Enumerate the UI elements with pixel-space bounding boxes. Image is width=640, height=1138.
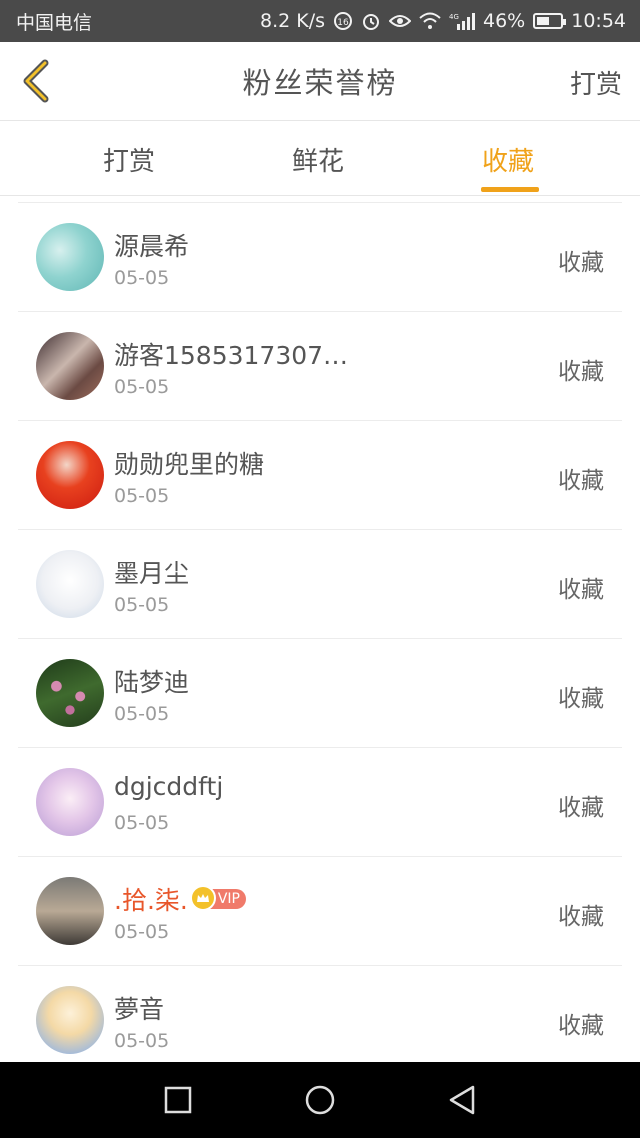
- circle-icon: [305, 1085, 335, 1115]
- signal-icon: 4G: [449, 12, 475, 30]
- fan-name-vip: .拾.柒. VIP: [114, 881, 246, 917]
- chevron-left-icon: [23, 59, 49, 103]
- system-nav-bar: [0, 1062, 640, 1138]
- home-button[interactable]: [280, 1062, 360, 1138]
- fan-name: 陆梦迪: [114, 668, 190, 697]
- fan-name: 源晨希: [114, 232, 190, 261]
- svg-text:16: 16: [337, 18, 349, 28]
- tab-bar: 打赏 鲜花 收藏: [0, 121, 640, 196]
- fan-date: 05-05: [114, 1030, 170, 1052]
- back-nav-button[interactable]: [422, 1062, 502, 1138]
- fan-date: 05-05: [114, 703, 170, 725]
- active-tab-indicator: [481, 187, 539, 192]
- avatar: [36, 223, 104, 291]
- fan-date: 05-05: [114, 921, 170, 943]
- fan-name: 夢音: [114, 995, 165, 1024]
- crown-icon: [189, 885, 216, 911]
- battery-percent: 46%: [483, 10, 526, 32]
- list-item[interactable]: 陆梦迪 05-05 收藏: [18, 639, 622, 748]
- fan-name: dgjcddftj: [114, 772, 224, 801]
- vip-badge: VIP: [189, 885, 246, 911]
- list-item[interactable]: dgjcddftj 05-05 收藏: [18, 748, 622, 857]
- clock: 10:54: [571, 10, 626, 32]
- fan-action: 收藏: [558, 795, 604, 821]
- data-saver-icon: 16: [333, 11, 353, 31]
- list-item[interactable]: 源晨希 05-05 收藏: [18, 203, 622, 312]
- fan-list: 源晨希 05-05 收藏 游客1585317307… 05-05 收藏 勋勋兜里…: [18, 202, 622, 1075]
- tab-favorites[interactable]: 收藏: [482, 141, 534, 178]
- list-item[interactable]: 勋勋兜里的糖 05-05 收藏: [18, 421, 622, 530]
- fan-action: 收藏: [558, 577, 604, 603]
- avatar: [36, 550, 104, 618]
- avatar: [36, 986, 104, 1054]
- fan-date: 05-05: [114, 812, 170, 834]
- network-type: 4G: [449, 13, 459, 21]
- triangle-left-icon: [449, 1085, 475, 1115]
- fan-action: 收藏: [558, 1013, 604, 1039]
- fan-name: .拾.柒.: [114, 886, 188, 915]
- list-item[interactable]: 夢音 05-05 收藏: [18, 966, 622, 1075]
- network-speed: 8.2 K/s: [259, 10, 325, 32]
- alarm-icon: [361, 11, 381, 31]
- avatar: [36, 441, 104, 509]
- avatar: [36, 332, 104, 400]
- list-item[interactable]: 游客1585317307… 05-05 收藏: [18, 312, 622, 421]
- reward-button[interactable]: 打赏: [570, 64, 622, 101]
- fan-date: 05-05: [114, 594, 170, 616]
- fan-action: 收藏: [558, 904, 604, 930]
- back-button[interactable]: [14, 58, 58, 104]
- title-bar: 粉丝荣誉榜 打赏: [0, 42, 640, 121]
- square-icon: [164, 1086, 192, 1114]
- fan-action: 收藏: [558, 468, 604, 494]
- fan-date: 05-05: [114, 485, 170, 507]
- carrier-label: 中国电信: [16, 11, 93, 34]
- list-item[interactable]: 墨月尘 05-05 收藏: [18, 530, 622, 639]
- recent-apps-button[interactable]: [138, 1062, 218, 1138]
- avatar: [36, 768, 104, 836]
- page-title: 粉丝荣誉榜: [242, 66, 398, 100]
- avatar: [36, 659, 104, 727]
- status-indicators: 8.2 K/s 16 4G 46% 10:54: [260, 10, 626, 32]
- fan-action: 收藏: [558, 359, 604, 385]
- fan-date: 05-05: [114, 376, 170, 398]
- fan-date: 05-05: [114, 267, 170, 289]
- eye-comfort-icon: [389, 13, 411, 29]
- list-item[interactable]: .拾.柒. VIP 05-05 收藏: [18, 857, 622, 966]
- fan-action: 收藏: [558, 686, 604, 712]
- tab-reward[interactable]: 打赏: [103, 141, 155, 178]
- fan-name: 游客1585317307…: [114, 341, 349, 370]
- wifi-icon: [419, 12, 441, 30]
- fan-name: 墨月尘: [114, 559, 190, 588]
- fan-name: 勋勋兜里的糖: [114, 450, 265, 479]
- fan-action: 收藏: [558, 250, 604, 276]
- avatar: [36, 877, 104, 945]
- tab-flowers[interactable]: 鲜花: [292, 141, 344, 178]
- battery-icon: [533, 13, 567, 29]
- status-bar: 中国电信 8.2 K/s 16 4G 46% 10:54: [0, 0, 640, 42]
